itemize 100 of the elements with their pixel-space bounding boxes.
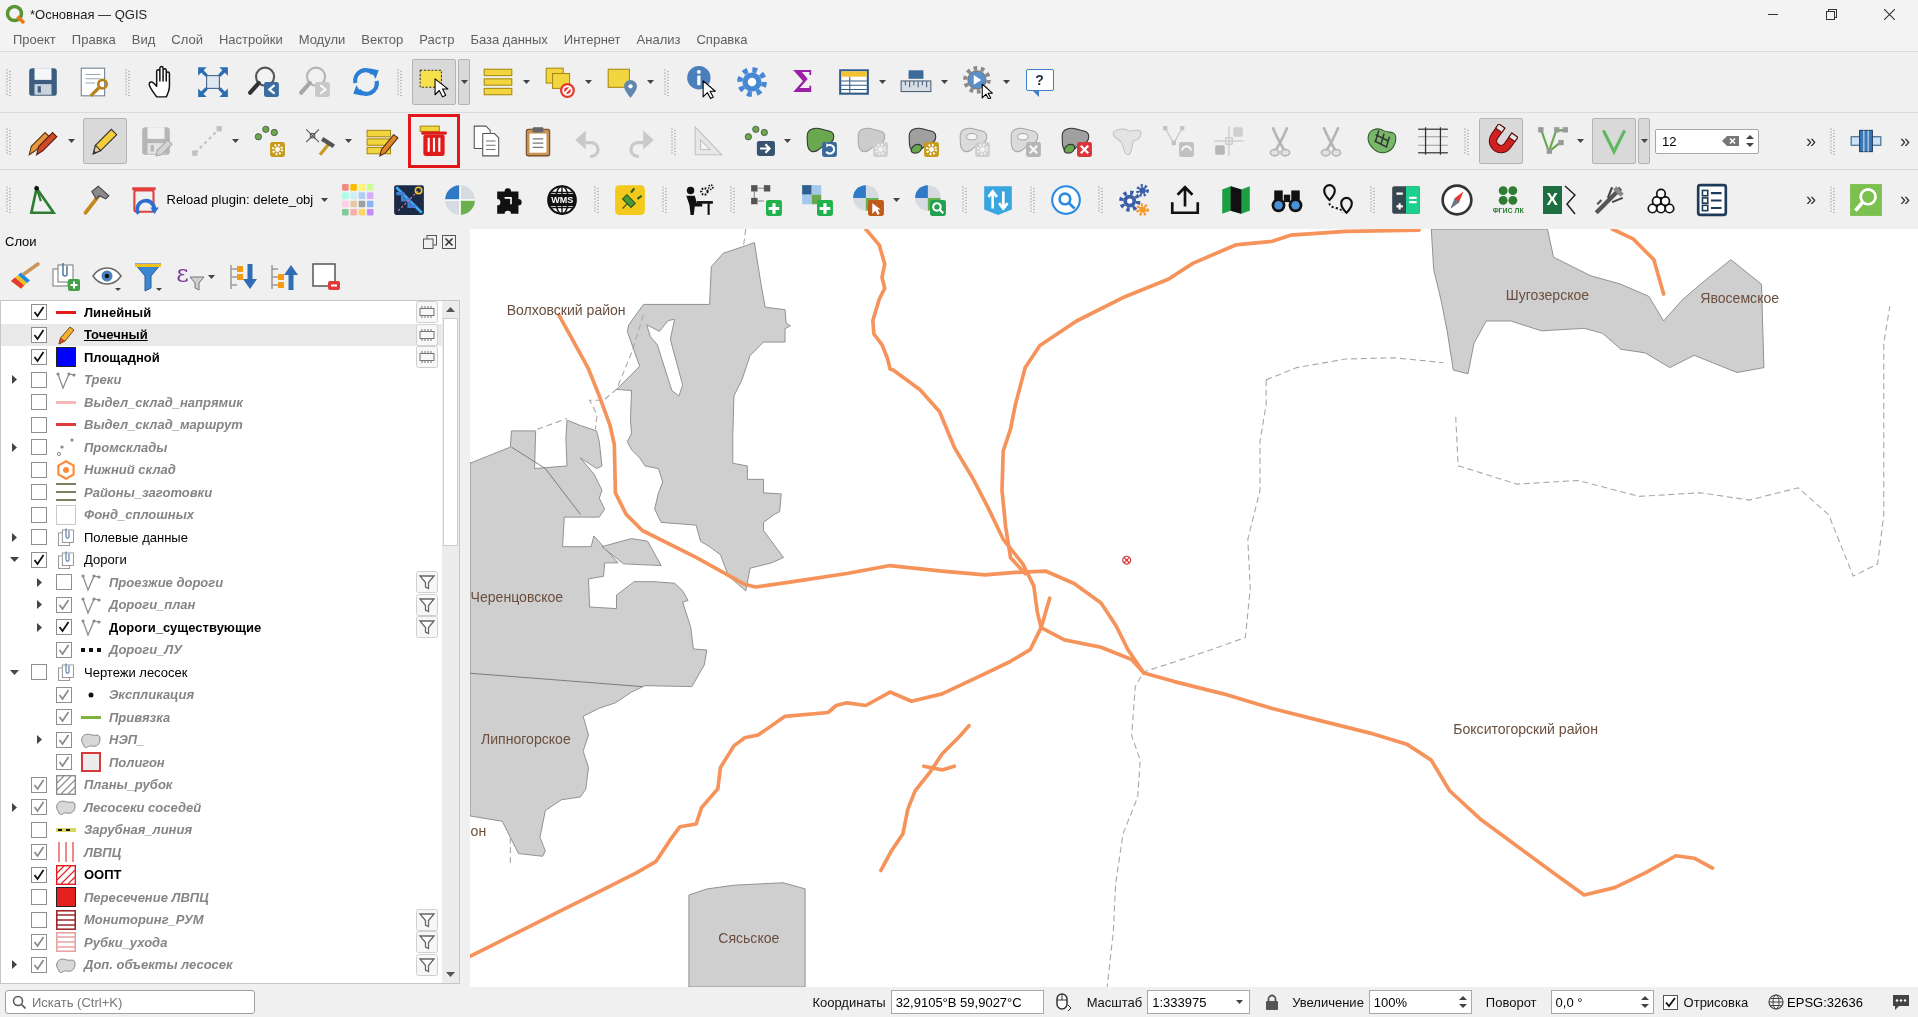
caret-icon[interactable] (344, 139, 352, 143)
memory-chip-icon[interactable] (416, 346, 438, 369)
layer-tree-item[interactable]: Фонд_сплошных (1, 503, 442, 526)
more-tools-button[interactable]: » (1892, 184, 1918, 215)
reload-plugin-button[interactable]: Reload plugin: delete_obj (122, 176, 319, 223)
caret-right-icon[interactable] (11, 960, 17, 970)
caret-down-icon[interactable] (9, 669, 19, 675)
toolbar-grip-icon[interactable] (1097, 186, 1103, 213)
menu-item[interactable]: Вектор (353, 29, 412, 50)
caret-icon[interactable] (878, 80, 886, 84)
checkbox[interactable] (31, 484, 47, 501)
checkbox[interactable] (31, 776, 47, 793)
checkbox[interactable] (31, 911, 47, 928)
filter-icon[interactable] (416, 593, 438, 616)
crs-button[interactable]: EPSG:32636 (1768, 994, 1863, 1010)
spreadsheet-button[interactable]: X (1537, 176, 1582, 223)
checkbox[interactable] (31, 416, 47, 433)
layer-tree-item[interactable]: Площадной (1, 346, 442, 369)
layer-tree-item[interactable]: Выдел_склад_маршрут (1, 413, 442, 436)
checkbox[interactable] (31, 889, 47, 906)
caret-right-icon[interactable] (11, 802, 17, 812)
menu-item[interactable]: Модули (290, 29, 354, 50)
toolbar-grip-icon[interactable] (593, 186, 599, 213)
menu-item[interactable]: Проект (5, 29, 64, 50)
caret-icon[interactable] (67, 139, 75, 143)
layer-tree-item[interactable]: Дороги_план (1, 593, 442, 616)
caret-right-icon[interactable] (36, 577, 42, 587)
toolbar-grip-icon[interactable] (961, 186, 967, 213)
tolerance-spinbox[interactable]: 12 (1655, 128, 1759, 154)
checkbox[interactable] (56, 619, 72, 636)
toolbar-grip-icon[interactable] (671, 127, 676, 155)
pointer-toggle-button[interactable] (1053, 993, 1072, 1011)
memory-chip-icon[interactable] (416, 301, 438, 324)
caret-right-icon[interactable] (11, 532, 17, 542)
dropdown-button[interactable] (1638, 118, 1650, 164)
filter-icon[interactable] (416, 908, 438, 931)
filter-icon[interactable] (416, 616, 438, 639)
caret-icon[interactable] (940, 80, 948, 84)
more-tools-button[interactable]: » (1797, 184, 1824, 215)
triangle-down-icon[interactable] (446, 972, 455, 977)
checkbox[interactable] (56, 596, 72, 613)
menu-item[interactable]: Анализ (628, 29, 689, 50)
toolbar-grip-icon[interactable] (661, 186, 667, 213)
toolbar-grip-icon[interactable] (397, 68, 402, 96)
toolbar-grip-icon[interactable] (729, 186, 735, 213)
layer-tree-item[interactable]: Лесосеки соседей (1, 796, 442, 819)
statistics-button[interactable]: Σ (780, 59, 825, 105)
caret-right-icon[interactable] (36, 735, 42, 745)
layer-tree-item[interactable]: Привязка (1, 706, 442, 729)
wms-button[interactable]: WMS (540, 176, 585, 223)
layer-tree-item[interactable]: Зарубная_линия (1, 818, 442, 841)
checkbox[interactable] (31, 349, 47, 366)
toggle-editing-button[interactable] (82, 118, 127, 164)
select-features-button[interactable] (411, 59, 456, 105)
checkbox[interactable] (56, 574, 72, 591)
layer-tree-item[interactable]: Дороги_существующие (1, 616, 442, 639)
snapping-button[interactable] (1478, 118, 1523, 164)
checkbox[interactable] (31, 664, 47, 681)
caret-right-icon[interactable] (36, 622, 42, 632)
caret-down-icon[interactable] (9, 557, 19, 563)
filter-icon[interactable] (416, 931, 438, 954)
layer-tree-item[interactable]: Точечный (1, 323, 442, 346)
layer-tree-item[interactable]: ООПТ (1, 863, 442, 886)
layer-tree-item[interactable]: Мониторинг_РУМ (1, 908, 442, 931)
checkbox[interactable] (31, 551, 47, 568)
caret-icon[interactable] (522, 80, 530, 84)
vertical-scrollbar[interactable] (442, 301, 459, 983)
toolbar-grip-icon[interactable] (1464, 127, 1469, 155)
caret-icon[interactable] (783, 139, 791, 143)
toolbar-grip-icon[interactable] (6, 186, 11, 213)
search-field[interactable]: Искать (Ctrl+K) (5, 990, 255, 1014)
triangle-up-icon[interactable] (446, 307, 455, 312)
menu-item[interactable]: Правка (63, 29, 124, 50)
caret-right-icon[interactable] (11, 442, 17, 452)
menu-item[interactable]: База данных (462, 29, 556, 50)
layer-tree-item[interactable]: Дороги (1, 548, 442, 571)
toolbar-grip-icon[interactable] (1029, 186, 1035, 213)
toolbar-grip-icon[interactable] (1830, 186, 1835, 213)
help-button[interactable]: ? (1017, 59, 1062, 105)
caret-icon[interactable] (893, 197, 901, 202)
dropdown-button[interactable] (458, 59, 470, 105)
more-tools-button[interactable]: » (1892, 126, 1918, 156)
menu-item[interactable]: Интернет (555, 29, 629, 50)
memory-chip-icon[interactable] (416, 323, 438, 346)
layer-tree-item[interactable]: Дороги_ЛУ (1, 638, 442, 661)
layer-tree-item[interactable]: Выдел_склад_напрямик (1, 391, 442, 414)
toolbar-grip-icon[interactable] (6, 68, 11, 96)
toolbar-grip-icon[interactable] (6, 127, 11, 155)
spin-arrows-icon[interactable] (1745, 134, 1755, 148)
layer-tree-item[interactable]: Доп. объекты лесосек (1, 953, 442, 976)
toolbar-grip-icon[interactable] (664, 68, 669, 96)
more-tools-button[interactable]: » (1797, 126, 1824, 156)
layer-tree-item[interactable]: Промсклады (1, 436, 442, 459)
layer-tree-item[interactable]: Районы_заготовки (1, 481, 442, 504)
layer-tree-item[interactable]: Планы_рубок (1, 773, 442, 796)
caret-icon[interactable] (646, 80, 654, 84)
checkbox[interactable] (56, 686, 72, 703)
layer-tree-item[interactable]: Пересечение ЛВПЦ (1, 886, 442, 909)
checkbox[interactable] (56, 641, 72, 658)
messages-button[interactable] (1891, 993, 1911, 1011)
